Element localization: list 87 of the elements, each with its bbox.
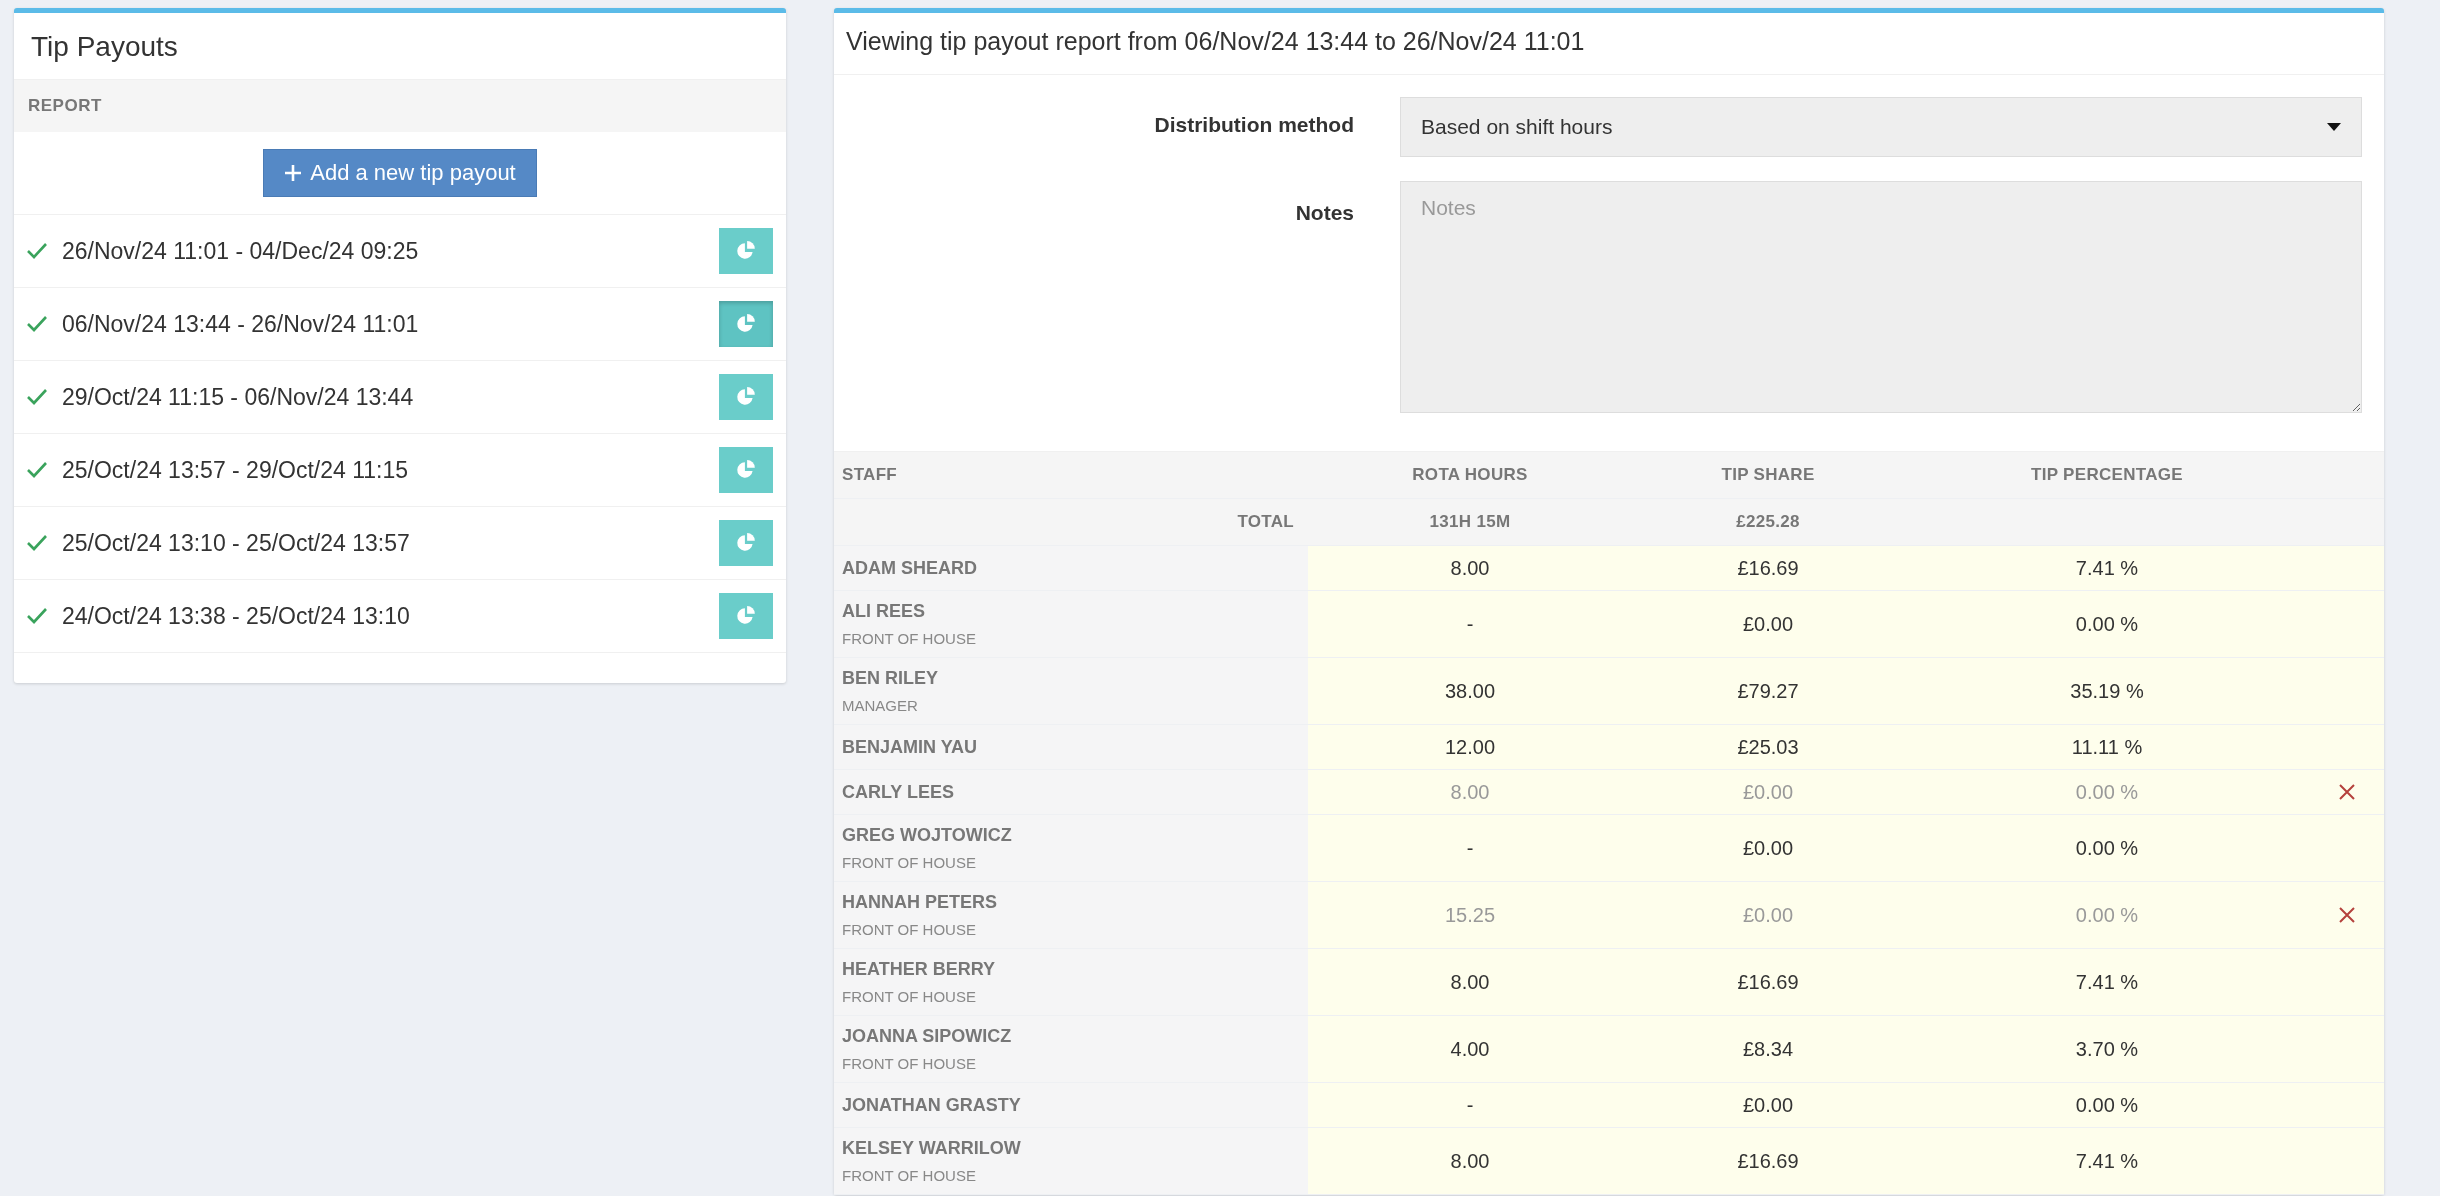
table-cell: - [1308, 815, 1632, 881]
table-cell: 8.00 [1308, 1128, 1632, 1194]
column-header: TIP SHARE [1632, 452, 1904, 498]
table-cell: 11.11 % [1904, 725, 2310, 769]
add-tip-payout-button[interactable]: Add a new tip payout [263, 149, 537, 197]
column-header: STAFF [834, 452, 1308, 498]
table-cell: £8.34 [1632, 1016, 1904, 1082]
notes-field[interactable]: Notes [1400, 181, 2362, 413]
staff-role: FRONT OF HOUSE [842, 921, 977, 938]
table-cell: 8.00 [1308, 949, 1632, 1015]
table-cell: 8.00 [1308, 770, 1632, 814]
table-cell: £0.00 [1632, 1083, 1904, 1127]
table-cell: £16.69 [1632, 949, 1904, 1015]
table-cell: 0.00 % [1904, 770, 2310, 814]
pie-chart-icon [735, 459, 757, 481]
payout-date-range: 25/Oct/24 13:10 - 25/Oct/24 13:57 [62, 529, 411, 557]
report-title: Viewing tip payout report from 06/Nov/24 13:44 to 26/Nov/24 11:01 [834, 13, 2384, 75]
pie-chart-icon [735, 605, 757, 627]
staff-name: ADAM SHEARD [842, 557, 978, 579]
table-cell: £0.00 [1632, 591, 1904, 657]
close-icon[interactable] [2338, 906, 2356, 924]
table-cell: 12.00 [1308, 725, 1632, 769]
staff-name: KELSEY WARRILOW [842, 1138, 1022, 1159]
table-cell: £0.00 [1632, 882, 1904, 948]
staff-name: CARLY LEES [842, 781, 956, 803]
table-cell: - [1308, 591, 1632, 657]
table-cell: 7.41 % [1904, 546, 2310, 590]
staff-name: HEATHER BERRY [842, 959, 996, 980]
table-cell: 4.00 [1308, 1016, 1632, 1082]
staff-role: FRONT OF HOUSE [842, 1055, 977, 1072]
pie-chart-icon [735, 313, 757, 335]
table-cell: 7.41 % [1904, 1128, 2310, 1194]
close-icon[interactable] [2338, 783, 2356, 801]
staff-name: BEN RILEY [842, 668, 939, 689]
staff-name: BENJAMIN YAU [842, 736, 979, 758]
table-cell: 7.41 % [1904, 949, 2310, 1015]
field-label: Notes [1294, 200, 1354, 225]
table-cell: 3.70 % [1904, 1016, 2310, 1082]
table-cell: £25.03 [1632, 725, 1904, 769]
table-cell: £0.00 [1632, 815, 1904, 881]
view-report-button[interactable] [719, 374, 773, 420]
table-cell: £16.69 [1632, 1128, 1904, 1194]
column-header: TIP PERCENTAGE [1904, 452, 2310, 498]
staff-name: JOANNA SIPOWICZ [842, 1026, 1013, 1047]
table-cell: 8.00 [1308, 546, 1632, 590]
payout-date-range: 29/Oct/24 11:15 - 06/Nov/24 13:44 [62, 383, 415, 411]
payout-date-range: 06/Nov/24 13:44 - 26/Nov/24 11:01 [62, 310, 420, 338]
plus-icon [284, 164, 303, 182]
payout-date-range: 26/Nov/24 11:01 - 04/Dec/24 09:25 [62, 237, 420, 265]
table-cell: 38.00 [1308, 658, 1632, 724]
staff-name: ALI REES [842, 601, 926, 622]
column-header: ROTA HOURS [1308, 452, 1632, 498]
view-report-button[interactable] [719, 228, 773, 274]
table-cell: £0.00 [1632, 770, 1904, 814]
staff-role: FRONT OF HOUSE [842, 988, 977, 1005]
staff-role: FRONT OF HOUSE [842, 630, 977, 647]
pie-chart-icon [735, 240, 757, 262]
total-rota-hours: 131H 15M [1308, 499, 1632, 545]
view-report-button[interactable] [719, 447, 773, 493]
view-report-button[interactable] [719, 520, 773, 566]
pie-chart-icon [735, 532, 757, 554]
caret-down-icon [2327, 123, 2341, 131]
total-tip-share: £225.28 [1632, 499, 1904, 545]
staff-name: GREG WOJTOWICZ [842, 825, 1013, 846]
table-cell: 0.00 % [1904, 882, 2310, 948]
pie-chart-icon [735, 386, 757, 408]
total-label: TOTAL [834, 499, 1308, 545]
table-cell: 15.25 [1308, 882, 1632, 948]
staff-role: FRONT OF HOUSE [842, 1167, 977, 1184]
staff-role: MANAGER [842, 697, 919, 714]
field-label: Distribution method [1153, 112, 1354, 137]
distribution-method-select[interactable]: Based on shift hours [1400, 97, 2362, 157]
table-cell: 0.00 % [1904, 591, 2310, 657]
payout-date-range: 25/Oct/24 13:57 - 29/Oct/24 11:15 [62, 456, 410, 484]
table-cell: £16.69 [1632, 546, 1904, 590]
view-report-button[interactable] [719, 593, 773, 639]
table-cell: - [1308, 1083, 1632, 1127]
table-cell: 0.00 % [1904, 1083, 2310, 1127]
payout-date-range: 24/Oct/24 13:38 - 25/Oct/24 13:10 [62, 602, 411, 630]
table-cell: 35.19 % [1904, 658, 2310, 724]
view-report-button[interactable] [719, 301, 773, 347]
staff-role: FRONT OF HOUSE [842, 854, 977, 871]
staff-name: HANNAH PETERS [842, 892, 998, 913]
table-cell: £79.27 [1632, 658, 1904, 724]
table-cell: 0.00 % [1904, 815, 2310, 881]
column-header: REPORT [14, 80, 786, 132]
staff-name: JONATHAN GRASTY [842, 1094, 1022, 1116]
